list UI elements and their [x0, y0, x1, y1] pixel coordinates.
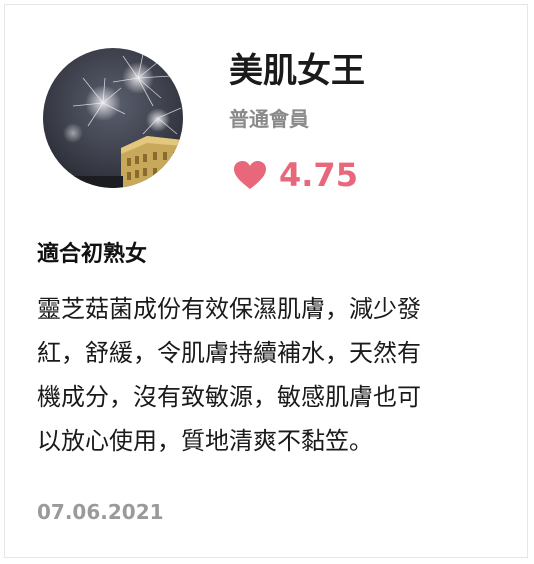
review-date: 07.06.2021: [37, 500, 164, 524]
rating: 4.75: [233, 155, 358, 195]
review-body-line: 機成分，沒有致敏源，敏感肌膚也可: [37, 383, 421, 411]
review-body: 靈芝菇菌成份有效保濕肌膚，減少發 紅，舒緩，令肌膚持續補水，天然有 機成分，沒有…: [37, 287, 507, 463]
rating-value: 4.75: [279, 156, 358, 194]
review-card: 美肌女王 普通會員 4.75 適合初熟女 靈芝菇菌成份有效保濕肌膚，減少發 紅，…: [4, 4, 528, 558]
review-body-line: 紅，舒緩，令肌膚持續補水，天然有: [37, 339, 421, 367]
review-body-line: 以放心使用，質地清爽不黏笠。: [37, 427, 373, 455]
review-body-line: 靈芝菇菌成份有效保濕肌膚，減少發: [37, 295, 421, 323]
heart-icon: [234, 161, 266, 189]
avatar[interactable]: [43, 48, 183, 188]
username: 美肌女王: [229, 51, 365, 91]
member-level-label: 普通會員: [229, 107, 309, 131]
review-title: 適合初熟女: [37, 242, 148, 267]
fireworks-avatar-image: [43, 48, 183, 188]
